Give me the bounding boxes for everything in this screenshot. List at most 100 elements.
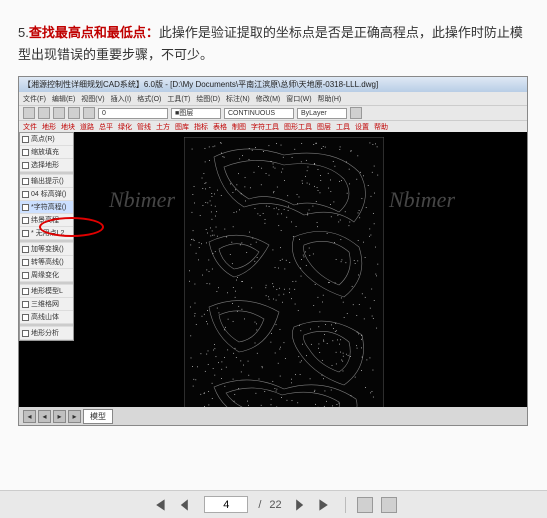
side-panel-item[interactable]: 转等高线() bbox=[20, 256, 73, 269]
tab-next-icon[interactable]: ▸ bbox=[53, 410, 66, 423]
side-item-label: 地形模型L bbox=[31, 286, 63, 296]
linetype-combo[interactable]: CONTINUOUS bbox=[224, 108, 294, 119]
menu-item[interactable]: 修改(M) bbox=[256, 94, 281, 104]
side-panel-item[interactable]: 高线山体 bbox=[20, 311, 73, 324]
side-panel-item[interactable]: 输出提示() bbox=[20, 175, 73, 188]
toolbar2-item[interactable]: 制图 bbox=[232, 122, 246, 132]
tool-icon[interactable] bbox=[68, 107, 80, 119]
tool-icon[interactable] bbox=[23, 107, 35, 119]
toolbar2-item[interactable]: 字符工具 bbox=[251, 122, 279, 132]
pager-separator bbox=[345, 497, 346, 513]
side-item-label: 加等变换() bbox=[31, 244, 64, 254]
page-current-input[interactable]: 4 bbox=[204, 496, 248, 513]
side-item-label: 04 标高弹() bbox=[31, 189, 66, 199]
toolbar2-item[interactable]: 绿化 bbox=[118, 122, 132, 132]
pager-first-button[interactable] bbox=[150, 496, 168, 514]
side-item-label: 高线山体 bbox=[31, 312, 59, 322]
toolbar2-item[interactable]: 指标 bbox=[194, 122, 208, 132]
side-panel-item[interactable]: 选择地形 bbox=[20, 159, 73, 172]
lineweight-combo[interactable]: ByLayer bbox=[297, 108, 347, 119]
window-titlebar: 【湘源控制性详细规划CAD系统】6.0版 - [D:\My Documents\… bbox=[19, 77, 527, 92]
toolbar-main: 0 ■图层 CONTINUOUS ByLayer bbox=[19, 105, 527, 120]
checkbox-icon bbox=[22, 246, 29, 253]
toolbar-secondary: 文件地形地块道路总平绿化管线土方图库指标表格制图字符工具图形工具图层工具设置帮助 bbox=[19, 120, 527, 132]
checkbox-icon bbox=[22, 288, 29, 295]
checkbox-icon bbox=[22, 136, 29, 143]
checkbox-icon bbox=[22, 149, 29, 156]
tool-icon[interactable] bbox=[53, 107, 65, 119]
checkbox-icon bbox=[22, 162, 29, 169]
side-panel-item[interactable]: 三维格网 bbox=[20, 298, 73, 311]
menu-item[interactable]: 视图(V) bbox=[81, 94, 104, 104]
menu-item[interactable]: 文件(F) bbox=[23, 94, 46, 104]
checkbox-icon bbox=[22, 230, 29, 237]
toolbar2-item[interactable]: 地块 bbox=[61, 122, 75, 132]
side-item-label: 地形分析 bbox=[31, 328, 59, 338]
side-panel-item[interactable]: 高点(R) bbox=[20, 133, 73, 146]
tab-last-icon[interactable]: ▸ bbox=[68, 410, 81, 423]
side-panel-item[interactable]: 缩放填充 bbox=[20, 146, 73, 159]
page-total: 22 bbox=[269, 499, 281, 511]
toolbar2-item[interactable]: 图形工具 bbox=[284, 122, 312, 132]
side-panel: 高点(R) 缩放填充选择地形输出提示()04 标高弹() *字符高程() 纬景高程 * … bbox=[19, 132, 74, 341]
pager-next-button[interactable] bbox=[290, 496, 308, 514]
toolbar2-item[interactable]: 图库 bbox=[175, 122, 189, 132]
side-panel-item[interactable]: *字符高程() bbox=[20, 201, 73, 214]
side-panel-item[interactable]: * 无用点L2 bbox=[20, 227, 73, 240]
pager-prev-button[interactable] bbox=[176, 496, 194, 514]
pager-last-button[interactable] bbox=[316, 496, 334, 514]
toolbar2-item[interactable]: 管线 bbox=[137, 122, 151, 132]
toolbar2-item[interactable]: 总平 bbox=[99, 122, 113, 132]
toolbar2-item[interactable]: 帮助 bbox=[374, 122, 388, 132]
layer-combo[interactable]: 0 bbox=[98, 108, 168, 119]
toolbar2-item[interactable]: 表格 bbox=[213, 122, 227, 132]
side-item-label: 选择地形 bbox=[31, 160, 59, 170]
menu-item[interactable]: 帮助(H) bbox=[318, 94, 342, 104]
menu-item[interactable]: 工具(T) bbox=[167, 94, 190, 104]
tool-icon[interactable] bbox=[350, 107, 362, 119]
checkbox-icon bbox=[22, 301, 29, 308]
side-item-label: 三维格网 bbox=[31, 299, 59, 309]
side-panel-item[interactable]: 04 标高弹() bbox=[20, 188, 73, 201]
tool-icon[interactable] bbox=[83, 107, 95, 119]
side-item-label: 纬景高程 bbox=[31, 215, 59, 225]
toolbar2-item[interactable]: 文件 bbox=[23, 122, 37, 132]
checkbox-icon bbox=[22, 314, 29, 321]
tool-icon[interactable] bbox=[38, 107, 50, 119]
window-title: 【湘源控制性详细规划CAD系统】6.0版 - [D:\My Documents\… bbox=[23, 79, 378, 90]
cad-canvas[interactable]: 高点(R) 缩放填充选择地形输出提示()04 标高弹() *字符高程() 纬景高程 * … bbox=[19, 132, 527, 407]
menu-item[interactable]: 格式(O) bbox=[137, 94, 161, 104]
tab-prev-icon[interactable]: ◂ bbox=[38, 410, 51, 423]
color-combo[interactable]: ■图层 bbox=[171, 108, 221, 119]
model-tab[interactable]: 模型 bbox=[83, 409, 113, 424]
menu-item[interactable]: 绘图(D) bbox=[196, 94, 220, 104]
toolbar2-item[interactable]: 土方 bbox=[156, 122, 170, 132]
view-button[interactable] bbox=[381, 497, 397, 513]
step-number: 5. bbox=[18, 25, 29, 40]
checkbox-icon bbox=[22, 204, 29, 211]
toolbar2-item[interactable]: 图层 bbox=[317, 122, 331, 132]
toolbar2-item[interactable]: 道路 bbox=[80, 122, 94, 132]
tab-first-icon[interactable]: ◂ bbox=[23, 410, 36, 423]
side-panel-item[interactable]: 纬景高程 bbox=[20, 214, 73, 227]
toolbar2-item[interactable]: 地形 bbox=[42, 122, 56, 132]
menu-item[interactable]: 插入(I) bbox=[111, 94, 132, 104]
menu-item[interactable]: 窗口(W) bbox=[286, 94, 311, 104]
step-title: 查找最高点和最低点： bbox=[29, 25, 159, 40]
side-panel-item[interactable]: 地形模型L bbox=[20, 285, 73, 298]
side-item-label: *字符高程() bbox=[31, 202, 66, 212]
side-item-label: 高点(R) bbox=[31, 134, 55, 144]
zoom-button[interactable] bbox=[357, 497, 373, 513]
cad-screenshot: 【湘源控制性详细规划CAD系统】6.0版 - [D:\My Documents\… bbox=[18, 76, 528, 426]
toolbar2-item[interactable]: 设置 bbox=[355, 122, 369, 132]
document-pager: 4 / 22 bbox=[0, 490, 547, 518]
watermark: Nbimer bbox=[109, 187, 175, 213]
side-panel-item[interactable]: 地形分析 bbox=[20, 327, 73, 340]
side-panel-item[interactable]: 加等变换() bbox=[20, 243, 73, 256]
side-panel-item[interactable]: 周缘变化 bbox=[20, 269, 73, 282]
menu-item[interactable]: 标注(N) bbox=[226, 94, 250, 104]
page-separator: / bbox=[258, 499, 261, 511]
toolbar2-item[interactable]: 工具 bbox=[336, 122, 350, 132]
terrain-drawing bbox=[184, 137, 384, 407]
menu-item[interactable]: 编辑(E) bbox=[52, 94, 75, 104]
